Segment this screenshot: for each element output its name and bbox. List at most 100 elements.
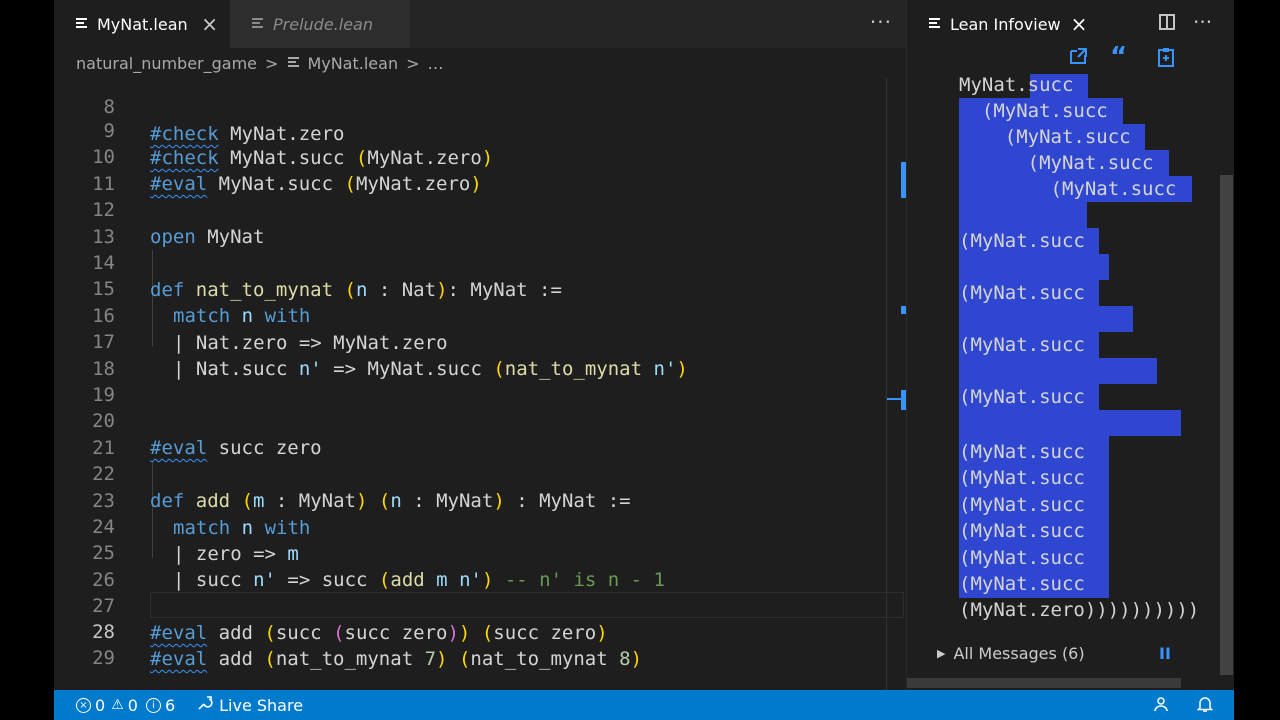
- goal-line: (MyNat.succ: [959, 386, 1085, 408]
- code-line: 29: [54, 619, 906, 669]
- error-count: 0: [95, 695, 106, 715]
- feedback-icon[interactable]: [1152, 695, 1170, 717]
- editor-tab-bar: MyNat.lean × Prelude.lean ···: [54, 0, 906, 48]
- code-line: 12 open MyNat: [54, 171, 906, 247]
- selection-highlight: [959, 202, 1087, 228]
- code-line: 13: [54, 198, 906, 248]
- tab-mynat-lean[interactable]: MyNat.lean ×: [54, 0, 230, 48]
- code-line: 26: [54, 541, 906, 591]
- goal-line: (MyNat.succ: [959, 520, 1085, 542]
- code-line: 15 match n with: [54, 250, 906, 326]
- code-line: 25 | succ n' => succ (add m n') -- n' is…: [54, 514, 906, 590]
- status-bar: × 0 ⚠ 0 i 6 Live Share: [54, 690, 1234, 720]
- goal-line: (MyNat.succ: [959, 467, 1085, 489]
- breadcrumb: natural_number_game > MyNat.lean > …: [54, 48, 906, 78]
- infoview-title-bar: Lean Infoview × ···: [907, 0, 1234, 48]
- selection-highlight: [959, 410, 1181, 436]
- selection-highlight: [959, 358, 1157, 384]
- file-icon: [252, 18, 263, 30]
- code-line: 23 match n with: [54, 462, 906, 538]
- code-text: nat_to_mynat: [275, 647, 414, 670]
- more-actions-icon[interactable]: ···: [870, 10, 892, 34]
- selection-highlight: [959, 254, 1109, 280]
- goal-line: (MyNat.succ: [959, 573, 1085, 595]
- live-share-button[interactable]: Live Share: [197, 695, 303, 715]
- tab-label: Prelude.lean: [273, 14, 373, 34]
- number-literal: 7: [424, 647, 437, 670]
- goal-line: (MyNat.zero)))))))))): [959, 599, 1200, 621]
- goal-line: (MyNat.succ: [959, 282, 1085, 304]
- code-line: 22 def add (m : MyNat) (n : MyNat) : MyN…: [54, 435, 906, 511]
- breadcrumb-file[interactable]: MyNat.lean: [307, 54, 398, 73]
- code-line: 10 #eval MyNat.succ (MyNat.zero): [54, 118, 906, 194]
- code-line: 14 def nat_to_mynat (n : Nat): MyNat :=: [54, 224, 906, 300]
- warning-icon: ⚠: [111, 697, 124, 713]
- horizontal-scrollbar[interactable]: [907, 678, 1181, 688]
- overview-ruler[interactable]: [886, 78, 907, 690]
- code-line: 16 | Nat.zero => MyNat.zero: [54, 277, 906, 353]
- tab-lean-infoview[interactable]: Lean Infoview ×: [907, 0, 1087, 48]
- breadcrumb-folder[interactable]: natural_number_game: [76, 54, 257, 73]
- code-line: 27 #eval add (succ (succ zero)) (succ ze…: [54, 567, 906, 643]
- keyword: #eval: [150, 647, 208, 670]
- live-share-icon: [197, 695, 213, 715]
- code-editor[interactable]: 8 #check MyNat.zero 9 #check MyNat.succ …: [54, 78, 906, 690]
- close-icon[interactable]: ×: [201, 12, 218, 36]
- info-count: 6: [164, 695, 176, 715]
- file-icon: [288, 57, 300, 69]
- problems-indicator[interactable]: × 0 ⚠ 0 i 6: [76, 696, 175, 715]
- bracket: (: [458, 647, 471, 670]
- vertical-scrollbar[interactable]: [1220, 175, 1233, 675]
- bell-icon[interactable]: [1196, 695, 1214, 717]
- number-literal: 8: [619, 647, 631, 670]
- split-editor-icon[interactable]: [1159, 14, 1175, 30]
- tab-label: MyNat.lean: [97, 14, 188, 34]
- goal-line: (MyNat.succ: [959, 334, 1085, 356]
- more-actions-icon[interactable]: ···: [1193, 10, 1212, 34]
- goal-line: (MyNat.succ: [959, 126, 1131, 148]
- code-line: 19: [54, 356, 906, 406]
- goal-line: (MyNat.succ: [959, 100, 1108, 122]
- clipboard-icon[interactable]: [1155, 46, 1177, 70]
- chevron-right-icon: >: [265, 53, 279, 73]
- goto-icon[interactable]: [1067, 46, 1089, 70]
- error-icon: ×: [76, 697, 91, 713]
- all-messages-toggle[interactable]: ▶ All Messages (6): [937, 644, 1085, 663]
- quote-icon[interactable]: “: [1110, 42, 1127, 72]
- all-messages-label: All Messages (6): [953, 644, 1085, 663]
- code-text: nat_to_mynat: [470, 647, 608, 670]
- file-icon: [929, 18, 940, 30]
- goal-line: (MyNat.succ: [959, 230, 1085, 252]
- pause-icon[interactable]: II: [1159, 644, 1171, 663]
- goal-line: (MyNat.succ: [959, 441, 1085, 463]
- code-line: 18: [54, 330, 906, 380]
- goal-line: (MyNat.succ: [959, 547, 1085, 569]
- code-line: 9 #check MyNat.succ (MyNat.zero): [54, 92, 906, 168]
- triangle-right-icon: ▶: [937, 647, 946, 660]
- code-line-current: 28 #eval add (nat_to_mynat 7) (nat_to_my…: [54, 593, 906, 669]
- chevron-right-icon: >: [406, 53, 420, 73]
- tab-prelude-lean[interactable]: Prelude.lean: [230, 0, 410, 48]
- bracket: ): [630, 647, 643, 670]
- code-line: 21: [54, 409, 906, 459]
- live-share-label: Live Share: [219, 695, 304, 715]
- selection-highlight: [959, 306, 1133, 332]
- bracket: (: [264, 647, 276, 670]
- bracket: ): [436, 647, 448, 670]
- file-icon: [76, 18, 87, 30]
- goal-line: MyNat.succ: [959, 74, 1074, 96]
- infoview-title: Lean Infoview: [950, 14, 1061, 34]
- lean-infoview-panel: Lean Infoview × ··· “ MyNat.succ (MyNat.…: [906, 0, 1234, 690]
- close-icon[interactable]: ×: [1071, 12, 1088, 36]
- code-line: 17 | Nat.succ n' => MyNat.succ (nat_to_m…: [54, 303, 906, 379]
- code-line: 11: [54, 145, 906, 195]
- goal-line: (MyNat.succ: [959, 152, 1154, 174]
- line-number: 29: [92, 647, 115, 670]
- warning-count: 0: [127, 695, 138, 715]
- vscode-window: MyNat.lean × Prelude.lean ··· natural_nu…: [54, 0, 1234, 720]
- breadcrumb-symbol[interactable]: …: [427, 54, 443, 73]
- code-text: add: [207, 647, 265, 670]
- goal-line: (MyNat.succ: [959, 494, 1085, 516]
